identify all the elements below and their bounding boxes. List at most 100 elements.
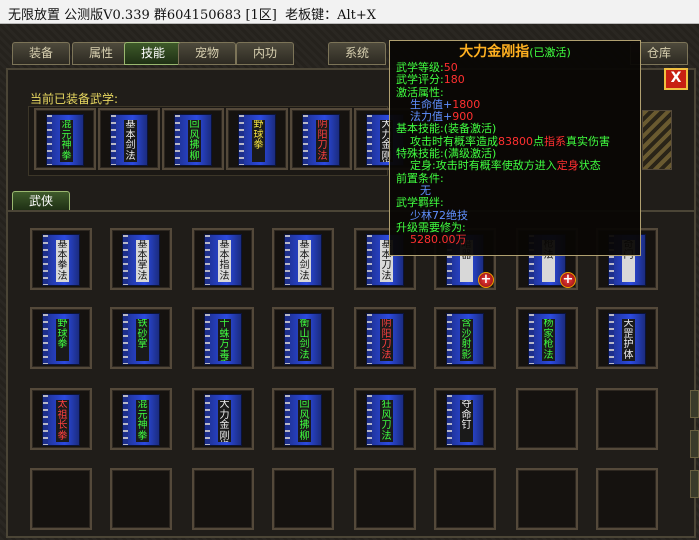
empty-skill-slot[interactable] [434,468,496,530]
empty-skill-slot[interactable] [596,388,658,450]
skill-slot[interactable]: 太祖长拳 [30,388,92,450]
window-title: 无限放置 公测版V0.339 群604150683 [1区] 老板键：Alt+X [8,8,377,23]
skill-book-icon: 回风拂柳 [174,114,212,166]
tab-wuxia[interactable]: 武侠 [12,191,70,211]
skill-book-label: 基本拳法 [56,240,69,282]
skill-slot[interactable]: 夺命钉 [434,388,496,450]
tooltip-basic-text: 攻击时有概率造成 [410,134,498,148]
tab-system[interactable]: 系统 [328,42,386,65]
tab-skills[interactable]: 技能 [124,42,182,65]
skill-slot[interactable]: 天罡护体 [596,307,658,369]
skill-book-icon: 基本掌法 [122,234,160,286]
skill-book-label: 千蛛万毒手 [218,319,231,361]
skill-slot[interactable]: 阴阳刀法 [290,108,352,170]
skill-book-icon: 天罡护体 [608,313,646,365]
tooltip-special-key: 定身 [556,159,579,173]
skill-book-icon: 铁砂掌 [122,313,160,365]
empty-skill-slot[interactable] [192,468,254,530]
skill-book-icon: 太祖长拳 [42,394,80,446]
skill-slot[interactable]: 回风拂柳 [272,388,334,450]
skill-slot[interactable]: 衡山剑法 [272,307,334,369]
empty-skill-slot[interactable] [516,388,578,450]
skill-book-label: 铁砂掌 [136,319,149,361]
skill-book-label: 基本指法 [218,240,231,282]
skill-book-label: 基本剑法 [124,120,137,162]
skill-book-icon: 野球拳 [238,114,276,166]
empty-skill-slot[interactable] [110,468,172,530]
tooltip-score-value: 180 [443,73,465,87]
skill-slot[interactable]: 大力金刚指 [192,388,254,450]
skill-tooltip: 大力金刚指(已激活) 武学等级:50 武学评分:180 激活属性: 生命值+18… [389,40,641,256]
skill-book-label: 阴阳刀法 [316,120,329,162]
empty-skill-slot[interactable] [30,468,92,530]
tooltip-basic-type: 指系 [544,134,566,148]
skill-slot[interactable]: 野球拳 [226,108,288,170]
upgrade-plus-icon[interactable]: + [478,272,494,288]
skill-book-label: 野球拳 [56,319,69,361]
skill-slot[interactable]: 野球拳 [30,307,92,369]
skill-book-icon: 大力金刚指 [204,394,242,446]
skill-book-label: 混元神拳 [60,120,73,162]
skill-book-icon: 混元神拳 [122,394,160,446]
tooltip-special-name: 定身 [410,159,432,173]
skill-book-label: 大力金刚指 [218,400,231,442]
skill-slot[interactable]: 混元神拳 [110,388,172,450]
tab-attributes[interactable]: 属性 [72,42,130,65]
empty-skill-slot[interactable] [516,468,578,530]
skill-book-icon: 野球拳 [42,313,80,365]
empty-skill-slot[interactable] [596,468,658,530]
skill-book-label: 基本剑法 [298,240,311,282]
skill-book-label: 含沙射影 [460,319,473,361]
tooltip-score-label: 武学评分: [396,73,444,87]
side-slot[interactable] [690,430,699,458]
skill-book-icon: 含沙射影 [446,313,484,365]
tooltip-basic-text: 点 [533,134,544,148]
empty-skill-slot[interactable] [354,468,416,530]
skill-slot[interactable]: 基本拳法 [30,228,92,290]
tooltip-prereq-label: 前置条件: [396,171,444,185]
tooltip-skill-state: (已激活) [529,46,571,59]
skill-book-icon: 衡山剑法 [284,313,322,365]
skill-slot[interactable]: 基本剑法 [98,108,160,170]
skill-slot[interactable]: 基本剑法 [272,228,334,290]
skill-book-icon: 回风拂柳 [284,394,322,446]
skill-slot[interactable]: 狂风刀法 [354,388,416,450]
tooltip-hp-value: 1800 [452,97,481,111]
skill-book-label: 野球拳 [252,120,265,162]
empty-skill-slot[interactable] [272,468,334,530]
tooltip-skill-name: 大力金刚指 [459,44,530,60]
skill-book-label: 杨家枪法 [542,319,555,361]
equipped-skills-label: 当前已装备武学: [30,92,119,106]
skill-book-icon: 基本指法 [204,234,242,286]
tooltip-upgrade-value: 5280.00万 [410,233,467,247]
close-button[interactable]: X [664,68,688,90]
tab-equipment[interactable]: 装备 [12,42,70,65]
skill-slot[interactable]: 阴阳刀法 [354,307,416,369]
skill-book-icon: 杨家枪法 [528,313,566,365]
chain-decoration [642,110,672,170]
skill-slot[interactable]: 基本掌法 [110,228,172,290]
skill-book-label: 回风拂柳 [298,400,311,442]
skill-slot[interactable]: 混元神拳 [34,108,96,170]
tooltip-bond-label: 武学羁绊: [396,196,444,210]
tooltip-special-text: :攻击时有概率使敌方进入 [432,159,557,173]
tab-pets[interactable]: 宠物 [178,42,236,65]
upgrade-plus-icon[interactable]: + [560,272,576,288]
side-slot[interactable] [690,470,699,498]
skill-book-label: 夺命钉 [460,400,473,442]
side-slot[interactable] [690,390,699,418]
skill-slot[interactable]: 基本指法 [192,228,254,290]
skill-slot[interactable]: 千蛛万毒手 [192,307,254,369]
skill-slot[interactable]: 杨家枪法 [516,307,578,369]
skill-book-icon: 阴阳刀法 [302,114,340,166]
skill-book-label: 混元神拳 [136,400,149,442]
skill-slot[interactable]: 含沙射影 [434,307,496,369]
skill-slot[interactable]: 回风拂柳 [162,108,224,170]
skill-book-icon: 千蛛万毒手 [204,313,242,365]
skill-book-icon: 基本拳法 [42,234,80,286]
skill-book-label: 阴阳刀法 [380,319,393,361]
tab-inner-power[interactable]: 内功 [236,42,294,65]
skill-book-label: 天罡护体 [622,319,635,361]
skill-slot[interactable]: 铁砂掌 [110,307,172,369]
tooltip-special-text: 状态 [578,159,601,173]
